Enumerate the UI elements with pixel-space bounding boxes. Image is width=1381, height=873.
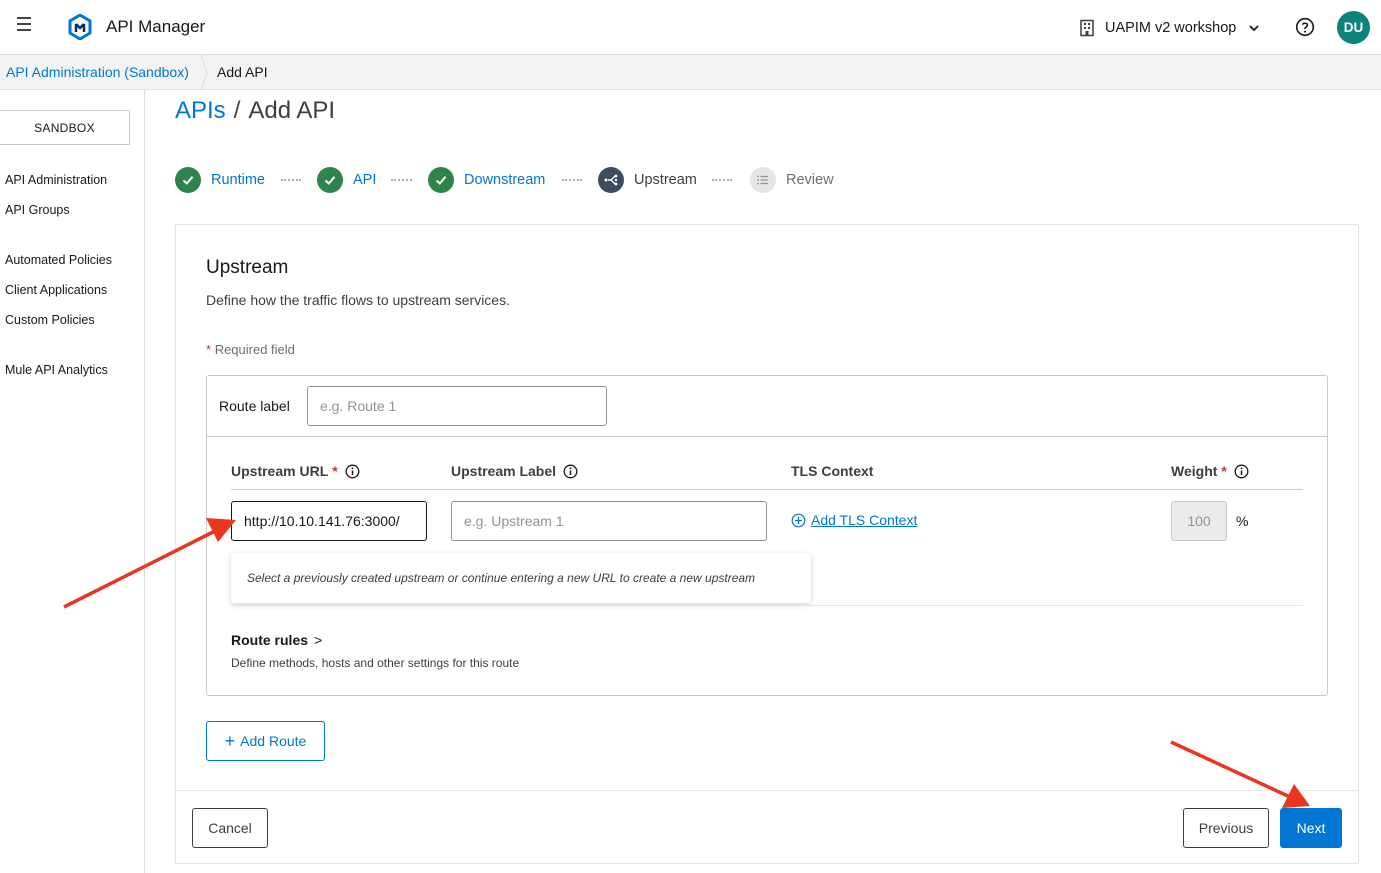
step-runtime[interactable]: Runtime [175, 167, 265, 193]
chevron-right-icon: > [314, 632, 323, 648]
section-title: Upstream [206, 257, 289, 278]
route-label-input[interactable]: e.g. Route 1 [307, 386, 607, 426]
top-bar: API Manager UAPIM v2 workshop DU [0, 0, 1381, 55]
required-note-text: Required field [214, 342, 295, 357]
breadcrumb-parent-link[interactable]: API Administration (Sandbox) [6, 64, 189, 80]
step-connector [281, 179, 301, 181]
divider [207, 436, 1327, 437]
upstream-suggestion-dropdown: Select a previously created upstream or … [231, 553, 811, 603]
add-route-button[interactable]: + Add Route [206, 721, 325, 761]
required-note: * Required field [206, 342, 295, 357]
column-label: Upstream URL [231, 463, 329, 479]
org-name: UAPIM v2 workshop [1105, 20, 1237, 36]
check-icon [175, 167, 201, 193]
step-review: Review [750, 167, 834, 193]
step-connector [391, 179, 412, 181]
step-api[interactable]: API [317, 167, 376, 193]
add-tls-context-label: Add TLS Context [811, 512, 918, 528]
check-icon [428, 167, 454, 193]
info-icon[interactable] [1234, 464, 1249, 479]
column-label: Weight [1171, 463, 1218, 479]
step-label: Runtime [211, 172, 265, 188]
route-rules-description: Define methods, hosts and other settings… [231, 656, 520, 670]
info-icon[interactable] [345, 464, 360, 479]
help-icon[interactable] [1295, 17, 1315, 37]
menu-icon[interactable] [17, 17, 35, 35]
building-icon [1080, 19, 1094, 37]
step-upstream: Upstream [598, 167, 697, 193]
check-icon [317, 167, 343, 193]
breadcrumb: API Administration (Sandbox) Add API [0, 55, 1381, 90]
divider [231, 605, 1303, 606]
weight-input: 100 [1171, 501, 1227, 541]
divider [231, 489, 1303, 490]
avatar[interactable]: DU [1337, 11, 1370, 44]
sidebar-item-api-groups[interactable]: API Groups [5, 203, 70, 217]
divider [175, 790, 1359, 791]
step-downstream[interactable]: Downstream [428, 167, 545, 193]
apis-link[interactable]: APIs [175, 97, 226, 124]
step-label: Review [786, 172, 834, 188]
step-label: Upstream [634, 172, 697, 188]
route-rules-label: Route rules [231, 632, 309, 648]
next-button[interactable]: Next [1280, 808, 1342, 848]
sidebar-item-client-applications[interactable]: Client Applications [5, 283, 107, 297]
step-connector [712, 179, 732, 181]
step-label: Downstream [464, 172, 546, 188]
sidebar-item-mule-api-analytics[interactable]: Mule API Analytics [5, 363, 108, 377]
route-rules-toggle[interactable]: Route rules > [231, 632, 322, 648]
required-star: * [206, 342, 212, 357]
column-header-upstream-url: Upstream URL * [231, 463, 360, 479]
title-separator: / [233, 97, 241, 124]
previous-button[interactable]: Previous [1183, 808, 1269, 848]
list-icon [750, 167, 776, 193]
cancel-button[interactable]: Cancel [192, 808, 268, 848]
breadcrumb-separator-icon [200, 55, 208, 90]
upstream-label-input[interactable]: e.g. Upstream 1 [451, 501, 767, 541]
section-description: Define how the traffic flows to upstream… [206, 292, 510, 308]
add-route-label: Add Route [240, 733, 307, 749]
step-connector [562, 179, 582, 181]
sidebar-item-custom-policies[interactable]: Custom Policies [5, 313, 95, 327]
column-label: Upstream Label [451, 463, 557, 479]
column-header-tls-context: TLS Context [791, 463, 873, 479]
page-title: APIs / Add API [175, 97, 335, 125]
app-title: API Manager [106, 17, 206, 36]
environment-button[interactable]: SANDBOX [0, 110, 130, 145]
sidebar-item-api-administration[interactable]: API Administration [5, 173, 107, 187]
sidebar-item-automated-policies[interactable]: Automated Policies [5, 253, 112, 267]
title-current: Add API [248, 97, 336, 124]
breadcrumb-current: Add API [217, 64, 268, 80]
column-header-weight: Weight * [1171, 463, 1249, 479]
info-icon[interactable] [563, 464, 578, 479]
plus-icon: + [224, 731, 236, 751]
step-label: API [353, 172, 377, 188]
sidebar: SANDBOX API Administration API Groups Au… [0, 90, 145, 873]
add-circle-icon [791, 513, 806, 527]
add-tls-context-link[interactable]: Add TLS Context [791, 512, 917, 528]
required-star: * [1221, 463, 1227, 479]
required-star: * [332, 463, 338, 479]
column-header-upstream-label: Upstream Label [451, 463, 578, 479]
weight-unit: % [1236, 513, 1249, 529]
column-label: TLS Context [791, 463, 874, 479]
mulesoft-logo-icon [68, 14, 92, 40]
route-label-label: Route label [219, 398, 290, 414]
upstream-url-input[interactable]: http://10.10.141.76:3000/ [231, 501, 427, 541]
upstream-flow-icon [598, 167, 624, 193]
org-switcher[interactable]: UAPIM v2 workshop [1078, 16, 1260, 40]
chevron-down-icon [1249, 25, 1259, 32]
